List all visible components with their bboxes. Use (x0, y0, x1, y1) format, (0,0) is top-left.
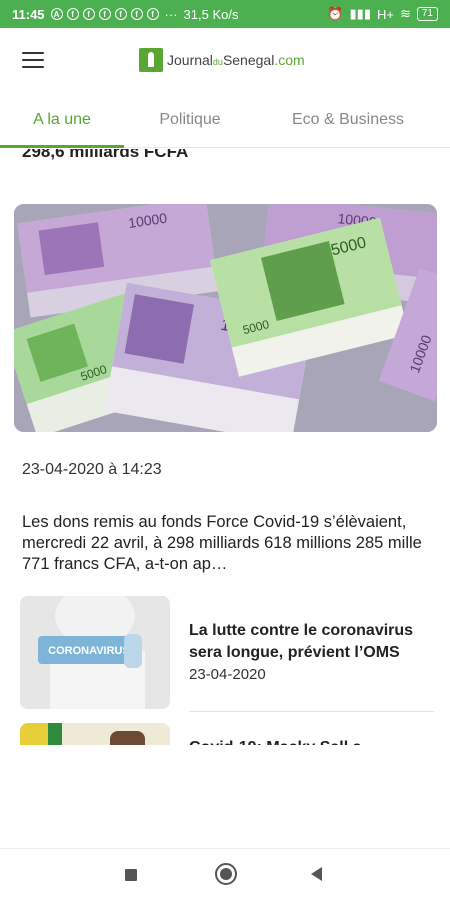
alarm-icon: ⏰ (327, 6, 344, 21)
article-thumbnail: CORONAVIRUS (20, 596, 170, 709)
facebook-notification-icon: f (98, 8, 111, 20)
status-time: 11:45 (12, 6, 45, 22)
tab-indicator (0, 145, 124, 148)
system-nav-bar (0, 848, 450, 900)
notification-icons: A f f f f f f (50, 8, 159, 20)
app-bar: JournalduSenegal.com (0, 28, 450, 92)
app-logo: JournalduSenegal.com (139, 48, 305, 72)
signal-icon: ▮▮▮ (349, 6, 371, 21)
facebook-notification-icon: f (66, 8, 79, 20)
status-bar: 11:45 A f f f f f f ··· 31,5 Ko/s ⏰ ▮▮▮ … (0, 0, 450, 28)
thumbnail-coronavirus-label: CORONAVIRUS (48, 645, 130, 657)
facebook-notification-icon: f (114, 8, 127, 20)
article-divider (189, 711, 434, 712)
back-button[interactable] (311, 867, 322, 881)
logo-text-small: du (212, 57, 223, 67)
logo-text-main: Journal (167, 52, 213, 68)
facebook-notification-icon: f (146, 8, 159, 20)
notification-app-icon: A (50, 8, 63, 20)
featured-article-image[interactable]: 10000 10000 5000 10000 (14, 204, 437, 432)
article-card-title[interactable]: La lutte contre le coronavirus sera long… (189, 620, 439, 664)
article-card[interactable]: Covid-19: Macky Sall a (20, 723, 432, 745)
featured-article-date: 23-04-2020 à 14:23 (22, 461, 162, 478)
logo-text: JournalduSenegal.com (167, 52, 305, 68)
tab-eco-business[interactable]: Eco & Business (276, 92, 420, 148)
status-right: ⏰ ▮▮▮ H+ ≋ 71 (327, 6, 438, 22)
article-card-date: 23-04-2020 (189, 666, 266, 683)
article-title-cut[interactable]: 298,6 milliards FCFA (22, 149, 188, 163)
tab-bar: A la une Politique Eco & Business (0, 92, 450, 148)
cfa-banknotes-icon: 10000 10000 5000 10000 (14, 204, 437, 432)
article-thumbnail (20, 723, 170, 745)
wifi-icon: ≋ (399, 6, 411, 21)
tab-a-la-une[interactable]: A la une (0, 92, 124, 148)
facebook-notification-icon: f (130, 8, 143, 20)
signal-label: H+ (376, 6, 394, 22)
menu-icon[interactable] (22, 52, 44, 68)
more-notifications-icon: ··· (164, 6, 178, 22)
logo-mark-icon (139, 48, 163, 72)
logo-text-domain: .com (274, 52, 305, 68)
logo-text-name: Senegal (222, 52, 275, 68)
tab-politique[interactable]: Politique (134, 92, 246, 148)
recents-button[interactable] (125, 869, 137, 881)
coronavirus-sign-icon: CORONAVIRUS (20, 596, 170, 709)
featured-article-excerpt[interactable]: Les dons remis au fonds Force Covid-19 s… (22, 512, 432, 575)
article-card[interactable]: CORONAVIRUS La lutte contre le coronavir… (20, 596, 432, 712)
article-list[interactable]: 298,6 milliards FCFA 10000 10000 5000 50… (0, 149, 450, 745)
facebook-notification-icon: f (82, 8, 95, 20)
article-card-title-cut[interactable]: Covid-19: Macky Sall a (189, 737, 439, 745)
network-speed: 31,5 Ko/s (183, 6, 239, 22)
battery-icon: 71 (416, 7, 438, 21)
article-thumbnail-icon (20, 723, 170, 745)
home-button[interactable] (215, 863, 237, 885)
